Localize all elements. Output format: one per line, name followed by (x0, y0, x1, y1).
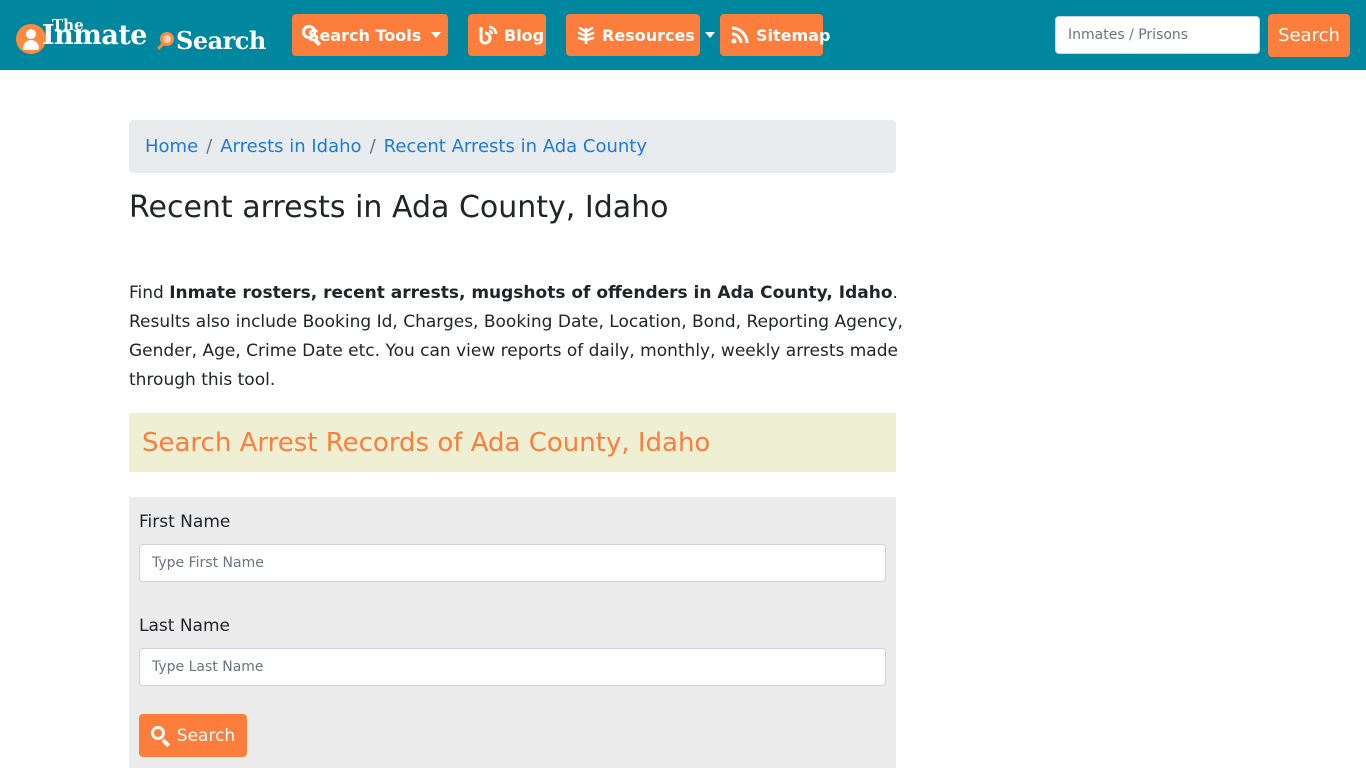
search-submit-label: Search (176, 725, 236, 746)
header-search-input[interactable] (1055, 16, 1260, 54)
nav-blog-button[interactable]: Blog (468, 14, 546, 56)
top-navbar: The Inmate Search Search Tools Blog Reso… (0, 0, 1366, 70)
breadcrumb-separator: / (369, 136, 376, 157)
last-name-label: Last Name (139, 616, 230, 636)
first-name-input[interactable] (139, 544, 886, 582)
nav-resources-dropdown[interactable]: Resources (566, 14, 715, 56)
breadcrumb-recent-arrests-ada[interactable]: Recent Arrests in Ada County (384, 136, 647, 157)
search-submit-button[interactable]: Search (139, 714, 247, 757)
first-name-label: First Name (139, 512, 231, 532)
nav-search-tools-label: Search Tools (308, 25, 422, 45)
nav-search-tools-dropdown[interactable]: Search Tools (292, 14, 448, 56)
site-logo[interactable]: The Inmate Search (14, 16, 274, 60)
nav-blog-label: Blog (504, 25, 545, 45)
magnifier-icon (160, 32, 174, 46)
nav-resources-label: Resources (602, 25, 695, 45)
nav-sitemap-button[interactable]: Sitemap (720, 14, 830, 56)
intro-paragraph: Find Inmate rosters, recent arrests, mug… (129, 279, 904, 395)
logo-text-inmate: Inmate (42, 20, 147, 51)
search-section-banner: Search Arrest Records of Ada County, Ida… (129, 413, 896, 472)
chevron-down-icon (704, 32, 715, 38)
breadcrumb-separator: / (206, 136, 213, 157)
breadcrumb: Home / Arrests in Idaho / Recent Arrests… (129, 120, 896, 173)
breadcrumb-arrests-in-idaho[interactable]: Arrests in Idaho (220, 136, 361, 157)
search-icon (150, 725, 171, 747)
logo-text-search: Search (176, 26, 266, 55)
header-search-button[interactable]: Search (1268, 14, 1350, 57)
nav-sitemap-label: Sitemap (756, 25, 831, 45)
blog-icon (478, 25, 498, 45)
arrest-search-form: First Name Last Name Search (129, 497, 896, 768)
leaf-icon (576, 25, 596, 45)
search-section-title: Search Arrest Records of Ada County, Ida… (142, 427, 711, 458)
chevron-down-icon (431, 32, 442, 38)
breadcrumb-home[interactable]: Home (145, 136, 198, 157)
page-title: Recent arrests in Ada County, Idaho (129, 190, 669, 225)
last-name-input[interactable] (139, 648, 886, 686)
rss-icon (730, 25, 750, 45)
intro-bold-text: Inmate rosters, recent arrests, mugshots… (169, 283, 893, 303)
intro-prefix: Find (129, 283, 170, 303)
